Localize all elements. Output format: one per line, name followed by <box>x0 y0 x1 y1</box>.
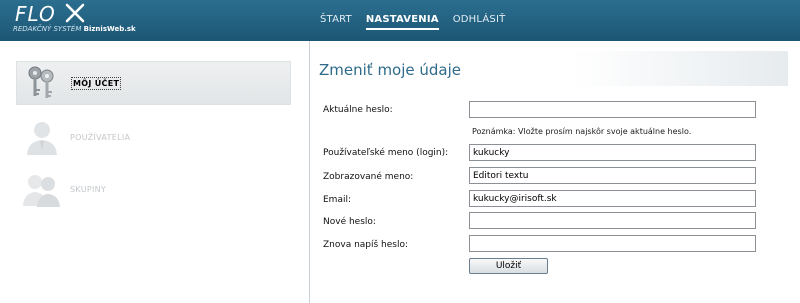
main-panel: Zmeniť moje údaje Aktuálne heslo: Poznám… <box>310 41 800 303</box>
sidebar-item-groups[interactable]: SKUPINY <box>16 167 291 211</box>
sidebar-item-label: POUŽÍVATELIA <box>70 132 131 142</box>
logo-subtitle-brand: BiznisWeb.sk <box>83 25 136 33</box>
nav-start[interactable]: ŠTART <box>320 14 352 30</box>
current-password-label: Aktuálne heslo: <box>323 105 393 115</box>
logo-subtitle: REDAKČNÝ SYSTÉM BiznisWeb.sk <box>13 25 136 33</box>
repeat-password-label: Znova napíš heslo: <box>323 240 409 250</box>
save-button[interactable]: Uložiť <box>469 258 548 274</box>
display-name-input[interactable] <box>469 167 756 184</box>
sidebar-item-users[interactable]: POUŽÍVATELIA <box>16 115 291 159</box>
display-name-label: Zobrazované meno: <box>323 172 414 182</box>
new-password-input[interactable] <box>469 212 756 229</box>
username-label: Používateľské meno (login): <box>323 148 449 158</box>
sidebar: MÔJ ÚČET POUŽÍVATELIA SKUPINY <box>0 41 305 303</box>
sidebar-item-label: MÔJ ÚČET <box>71 76 122 90</box>
logo-x-mark <box>65 3 85 23</box>
password-note: Poznámka: Vložte prosím najskôr svoje ak… <box>472 127 692 136</box>
current-password-input[interactable] <box>469 101 756 118</box>
page-title: Zmeniť moje údaje <box>319 61 462 79</box>
email-label: Email: <box>323 195 352 205</box>
sidebar-item-my-account[interactable]: MÔJ ÚČET <box>16 61 291 105</box>
section-header: Zmeniť moje údaje <box>310 51 788 86</box>
sidebar-item-label: SKUPINY <box>70 184 107 194</box>
group-icon <box>23 175 60 207</box>
repeat-password-input[interactable] <box>469 235 756 252</box>
username-input[interactable] <box>469 144 756 161</box>
nav-odhlasit[interactable]: ODHLÁSIŤ <box>453 14 506 30</box>
logo-subtitle-prefix: REDAKČNÝ SYSTÉM <box>13 25 84 33</box>
top-bar: FLO REDAKČNÝ SYSTÉM BiznisWeb.sk ŠTART N… <box>0 0 800 41</box>
main-nav: ŠTART NASTAVENIA ODHLÁSIŤ <box>320 14 519 30</box>
keys-icon <box>28 66 54 98</box>
nav-nastavenia[interactable]: NASTAVENIA <box>365 14 439 30</box>
email-input[interactable] <box>469 190 756 207</box>
logo[interactable]: FLO REDAKČNÝ SYSTÉM BiznisWeb.sk <box>13 2 163 38</box>
logo-wordmark: FLO <box>15 2 56 26</box>
user-icon <box>27 122 57 155</box>
new-password-label: Nové heslo: <box>323 217 376 227</box>
